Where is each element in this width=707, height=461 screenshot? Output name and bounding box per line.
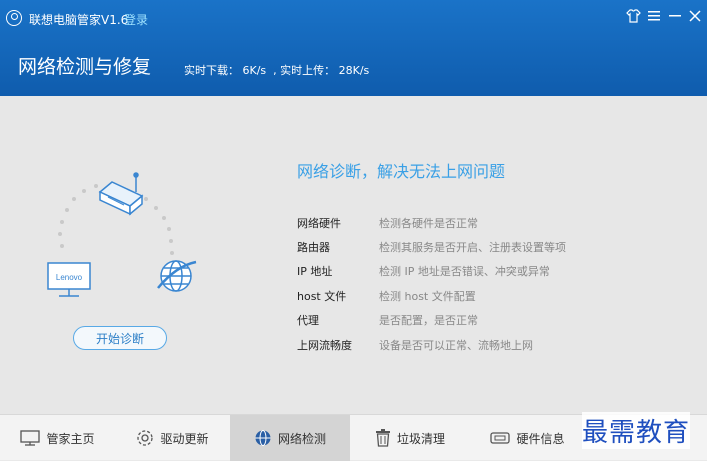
close-icon[interactable] [686, 6, 704, 26]
diag-item-desc: 检测 host 文件配置 [379, 290, 476, 303]
diag-item-desc: 是否配置，是否正常 [379, 314, 478, 327]
main-panel: Lenovo 开始诊断 网络诊断，解决无法上网问题 网络硬件 检测各硬件是否正常… [0, 96, 707, 414]
header: 联想电脑管家V1.6 登录 网络检测与修复 实时下载： 6K/s , 实时上传：… [0, 0, 707, 96]
diag-item-desc: 设备是否可以正常、流畅地上网 [379, 339, 533, 352]
diag-item-name: 路由器 [297, 241, 330, 254]
menu-icon[interactable] [645, 6, 663, 26]
diag-item-desc: 检测 IP 地址是否错误、冲突或异常 [379, 265, 550, 278]
globe-illustration-icon [157, 260, 197, 292]
diag-item-name: host 文件 [297, 290, 347, 303]
minimize-icon[interactable] [666, 6, 684, 26]
diag-item-name: 代理 [297, 314, 319, 327]
monitor-brand-label: Lenovo [56, 273, 83, 282]
nav-item-label: 驱动更新 [160, 431, 209, 446]
diagnosis-heading: 网络诊断，解决无法上网问题 [297, 162, 506, 181]
user-avatar-icon[interactable] [6, 10, 22, 26]
monitor-icon [20, 430, 41, 446]
title-bar: 联想电脑管家V1.6 登录 [0, 0, 707, 34]
nav-item-label: 垃圾清理 [396, 431, 445, 446]
nav-item-label: 硬件信息 [516, 431, 565, 446]
speed-readout: 实时下载： 6K/s , 实时上传： 28K/s [184, 64, 370, 77]
nav-item-junk-clean[interactable]: 垃圾清理 [350, 415, 470, 461]
trash-icon [375, 429, 390, 447]
nav-item-driver-update[interactable]: 驱动更新 [115, 415, 230, 461]
network-illustration: Lenovo [47, 172, 197, 297]
login-link[interactable]: 登录 [124, 11, 148, 28]
nav-item-label: 管家主页 [46, 431, 95, 446]
nav-item-label: 网络检测 [277, 431, 326, 446]
router-icon [98, 172, 144, 216]
diag-item-name: 网络硬件 [297, 217, 341, 230]
nav-item-network-check[interactable]: 网络检测 [230, 415, 350, 461]
diag-item-name: IP 地址 [297, 265, 333, 278]
gear-icon [137, 430, 154, 446]
start-diagnosis-button[interactable]: 开始诊断 [73, 326, 167, 350]
hardware-icon [490, 432, 511, 444]
page-title: 网络检测与修复 [18, 56, 152, 78]
diag-item-desc: 检测各硬件是否正常 [379, 217, 478, 230]
nav-item-hardware-info[interactable]: 硬件信息 [470, 415, 585, 461]
watermark: 最需教育 [582, 412, 691, 449]
globe-icon [255, 430, 271, 446]
app-title: 联想电脑管家V1.6 [29, 13, 129, 27]
diag-item-desc: 检测其服务是否开启、注册表设置等项 [379, 241, 566, 254]
shirt-icon[interactable] [624, 6, 642, 26]
diag-item-name: 上网流畅度 [297, 339, 352, 352]
nav-item-home[interactable]: 管家主页 [0, 415, 115, 461]
